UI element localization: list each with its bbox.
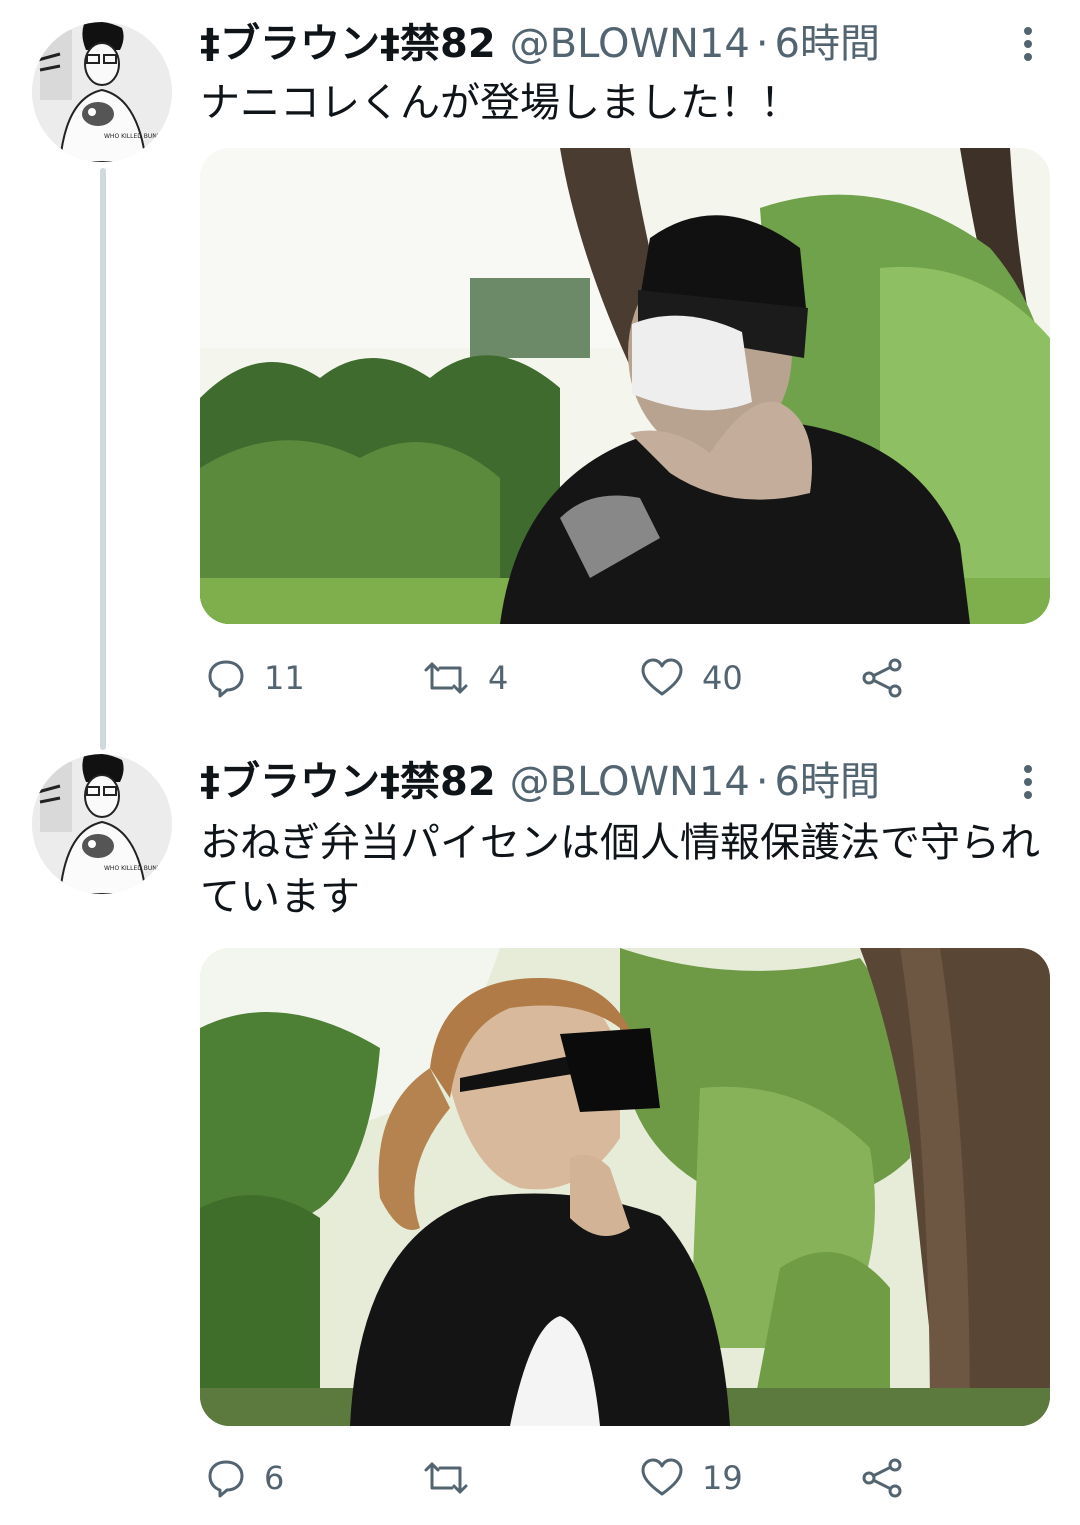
display-name[interactable]: ‡ブラウン‡禁82 bbox=[200, 754, 496, 810]
like-button[interactable]: 40 bbox=[640, 648, 743, 708]
retweet-button[interactable] bbox=[422, 1448, 488, 1508]
tweet[interactable]: WHO KILLED BUNNY ‡ブラウン‡禁82 @BLOWN14 · 6時… bbox=[0, 0, 1080, 750]
heart-icon bbox=[641, 1458, 683, 1496]
reply-button[interactable]: 6 bbox=[206, 1448, 284, 1508]
like-count: 40 bbox=[702, 659, 743, 697]
more-vertical-icon[interactable] bbox=[1008, 754, 1048, 810]
like-count: 19 bbox=[702, 1459, 743, 1497]
retweet-count: 4 bbox=[488, 659, 509, 697]
avatar[interactable]: WHO KILLED BUNNY bbox=[32, 754, 172, 894]
thread-connector-line bbox=[100, 168, 106, 750]
tweet-header: ‡ブラウン‡禁82 @BLOWN14 · 6時間 bbox=[200, 754, 880, 810]
reply-count: 11 bbox=[264, 659, 305, 697]
timestamp[interactable]: 6時間 bbox=[775, 754, 880, 810]
reply-icon bbox=[208, 660, 244, 698]
avatar[interactable]: WHO KILLED BUNNY bbox=[32, 22, 172, 162]
tweet-text: ナニコレくんが登場しました！！ bbox=[200, 80, 800, 126]
user-handle[interactable]: @BLOWN14 bbox=[510, 754, 750, 810]
tweet-header: ‡ブラウン‡禁82 @BLOWN14 · 6時間 bbox=[200, 16, 880, 72]
svg-text:WHO KILLED BUNNY: WHO KILLED BUNNY bbox=[104, 865, 165, 872]
share-button[interactable] bbox=[860, 1448, 904, 1508]
separator-dot: · bbox=[755, 21, 769, 67]
tweet-actions: 6 19 bbox=[200, 1448, 920, 1508]
svg-text:WHO KILLED BUNNY: WHO KILLED BUNNY bbox=[104, 133, 165, 140]
display-name[interactable]: ‡ブラウン‡禁82 bbox=[200, 16, 496, 72]
share-button[interactable] bbox=[860, 648, 904, 708]
separator-dot: · bbox=[755, 759, 769, 805]
tweet-photo[interactable] bbox=[200, 148, 1050, 624]
tweet-photo[interactable] bbox=[200, 948, 1050, 1426]
reply-count: 6 bbox=[264, 1459, 285, 1497]
more-vertical-icon[interactable] bbox=[1008, 16, 1048, 72]
tweet[interactable]: WHO KILLED BUNNY ‡ブラウン‡禁82 @BLOWN14 · 6時… bbox=[0, 742, 1080, 1525]
user-handle[interactable]: @BLOWN14 bbox=[510, 16, 750, 72]
heart-icon bbox=[641, 658, 683, 696]
retweet-icon bbox=[424, 662, 468, 694]
share-icon bbox=[862, 1458, 902, 1498]
reply-icon bbox=[208, 1460, 244, 1498]
reply-button[interactable]: 11 bbox=[206, 648, 305, 708]
like-button[interactable]: 19 bbox=[640, 1448, 743, 1508]
retweet-icon bbox=[424, 1462, 468, 1494]
share-icon bbox=[862, 658, 902, 698]
tweet-text: おねぎ弁当パイセンは個人情報保護法で守られています bbox=[200, 820, 1040, 920]
tweet-actions: 11 4 40 bbox=[200, 648, 920, 708]
retweet-button[interactable]: 4 bbox=[422, 648, 508, 708]
timestamp[interactable]: 6時間 bbox=[775, 16, 880, 72]
